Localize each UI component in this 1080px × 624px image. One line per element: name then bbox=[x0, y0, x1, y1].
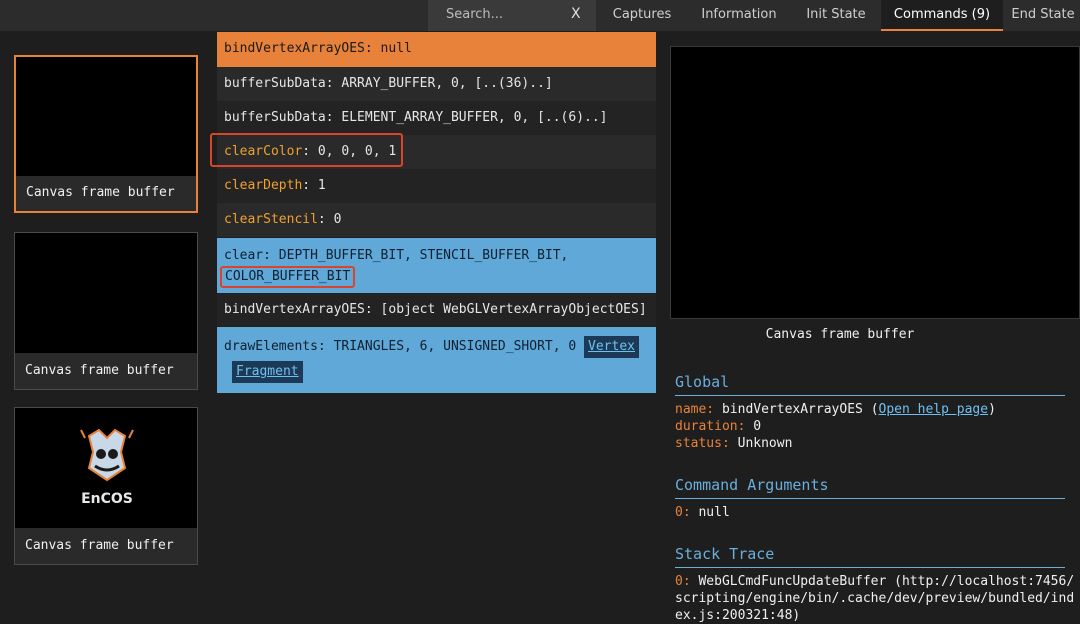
help-open-paren: ( bbox=[870, 402, 879, 417]
command-row[interactable]: bindVertexArrayOES: [object WebGLVertexA… bbox=[217, 293, 656, 327]
name-value: bindVertexArrayOES bbox=[721, 402, 863, 417]
stack-text: WebGLCmdFuncUpdateBuffer (http://localho… bbox=[698, 574, 1075, 589]
command-args-continued: COLOR_BUFFER_BIT bbox=[220, 266, 356, 288]
clear-search-button[interactable]: X bbox=[571, 6, 581, 22]
command-args: : [object WebGLVertexArrayObjectOES] bbox=[364, 302, 647, 317]
frame-thumbnail[interactable]: EnCOS Canvas frame buffer bbox=[14, 407, 198, 565]
global-duration-row: duration: 0 bbox=[675, 419, 761, 435]
thumbnail-caption: Canvas frame buffer bbox=[25, 363, 174, 378]
command-args: : null bbox=[364, 41, 412, 56]
command-row[interactable]: clearColor: 0, 0, 0, 1 bbox=[210, 133, 656, 169]
command-name: bufferSubData bbox=[224, 110, 326, 125]
top-bar: Search... X Captures Information Init St… bbox=[0, 0, 1080, 31]
command-args: : 1 bbox=[302, 178, 326, 193]
duration-key: duration: bbox=[675, 419, 746, 434]
global-name-row: name: bindVertexArrayOES (Open help page… bbox=[675, 402, 996, 418]
command-row[interactable]: clear: DEPTH_BUFFER_BIT, STENCIL_BUFFER_… bbox=[217, 238, 656, 293]
thumbnail-image bbox=[16, 57, 196, 176]
cocos-logo-icon: EnCOS bbox=[80, 428, 134, 507]
command-args: : ARRAY_BUFFER, 0, [..(36)..] bbox=[325, 76, 553, 91]
search-box[interactable]: Search... X bbox=[428, 0, 596, 31]
stack-trace-line: scripting/engine/bin/.cache/dev/preview/… bbox=[675, 591, 1075, 606]
command-name: clear bbox=[224, 248, 264, 263]
stack-trace-section-title: Stack Trace bbox=[675, 545, 1065, 568]
frame-thumbnail[interactable]: Canvas frame buffer bbox=[14, 232, 198, 390]
argument-row: 0: null bbox=[675, 505, 730, 521]
command-name: clearDepth bbox=[224, 178, 303, 193]
command-args: : ELEMENT_ARRAY_BUFFER, 0, [..(6)..] bbox=[325, 110, 608, 125]
tab-commands[interactable]: Commands (9) bbox=[881, 0, 1003, 31]
command-row[interactable]: bufferSubData: ARRAY_BUFFER, 0, [..(36).… bbox=[217, 67, 656, 101]
command-name: clearStencil bbox=[224, 212, 318, 227]
status-key: status: bbox=[675, 436, 730, 451]
command-args: : 0 bbox=[317, 212, 342, 227]
command-args: : TRIANGLES, 6, UNSIGNED_SHORT, 0 bbox=[317, 339, 577, 354]
thumbnail-caption: Canvas frame buffer bbox=[26, 185, 175, 200]
global-section-title: Global bbox=[675, 373, 1065, 396]
command-args: : DEPTH_BUFFER_BIT, STENCIL_BUFFER_BIT, bbox=[263, 248, 569, 263]
argument-value: null bbox=[698, 505, 730, 520]
stack-index: 0: bbox=[675, 574, 691, 589]
tab-init-state[interactable]: Init State bbox=[792, 0, 880, 31]
argument-index: 0: bbox=[675, 505, 691, 520]
duration-value: 0 bbox=[753, 419, 762, 434]
name-key: name: bbox=[675, 402, 715, 417]
tab-captures[interactable]: Captures bbox=[598, 0, 686, 31]
command-name: bindVertexArrayOES bbox=[224, 41, 365, 56]
thumbnail-image: EnCOS bbox=[15, 408, 197, 528]
command-row[interactable]: clearStencil: 0 bbox=[217, 203, 656, 237]
thumbnail-caption: Canvas frame buffer bbox=[25, 538, 174, 553]
command-name: drawElements bbox=[224, 339, 318, 354]
command-row[interactable]: bufferSubData: ELEMENT_ARRAY_BUFFER, 0, … bbox=[217, 101, 656, 135]
command-row[interactable]: clearDepth: 1 bbox=[217, 169, 656, 203]
frame-thumbnail[interactable]: Canvas frame buffer bbox=[14, 55, 198, 213]
frame-preview bbox=[670, 46, 1080, 319]
command-row[interactable]: drawElements: TRIANGLES, 6, UNSIGNED_SHO… bbox=[217, 327, 656, 393]
command-name: bufferSubData bbox=[224, 76, 326, 91]
arguments-section-title: Command Arguments bbox=[675, 476, 1065, 499]
search-input[interactable]: Search... bbox=[446, 7, 503, 22]
command-name: bindVertexArrayOES bbox=[224, 302, 365, 317]
highlight-box bbox=[210, 133, 403, 167]
global-status-row: status: Unknown bbox=[675, 436, 792, 452]
tab-information[interactable]: Information bbox=[688, 0, 790, 31]
status-value: Unknown bbox=[737, 436, 793, 451]
tab-end-state[interactable]: End State bbox=[1006, 0, 1080, 31]
preview-caption: Canvas frame buffer bbox=[765, 327, 915, 342]
open-help-page-link[interactable]: Open help page bbox=[879, 402, 989, 417]
command-row[interactable]: bindVertexArrayOES: null bbox=[217, 32, 656, 67]
stack-trace-line: 0: WebGLCmdFuncUpdateBuffer (http://loca… bbox=[675, 574, 1074, 590]
fragment-shader-link[interactable]: Fragment bbox=[232, 361, 303, 383]
help-close-paren: ) bbox=[988, 402, 996, 417]
vertex-shader-link[interactable]: Vertex bbox=[584, 336, 639, 358]
thumbnail-image bbox=[15, 233, 197, 353]
logo-text: EnCOS bbox=[81, 491, 133, 507]
stack-trace-line: ex.js:200321:48) bbox=[675, 608, 801, 623]
